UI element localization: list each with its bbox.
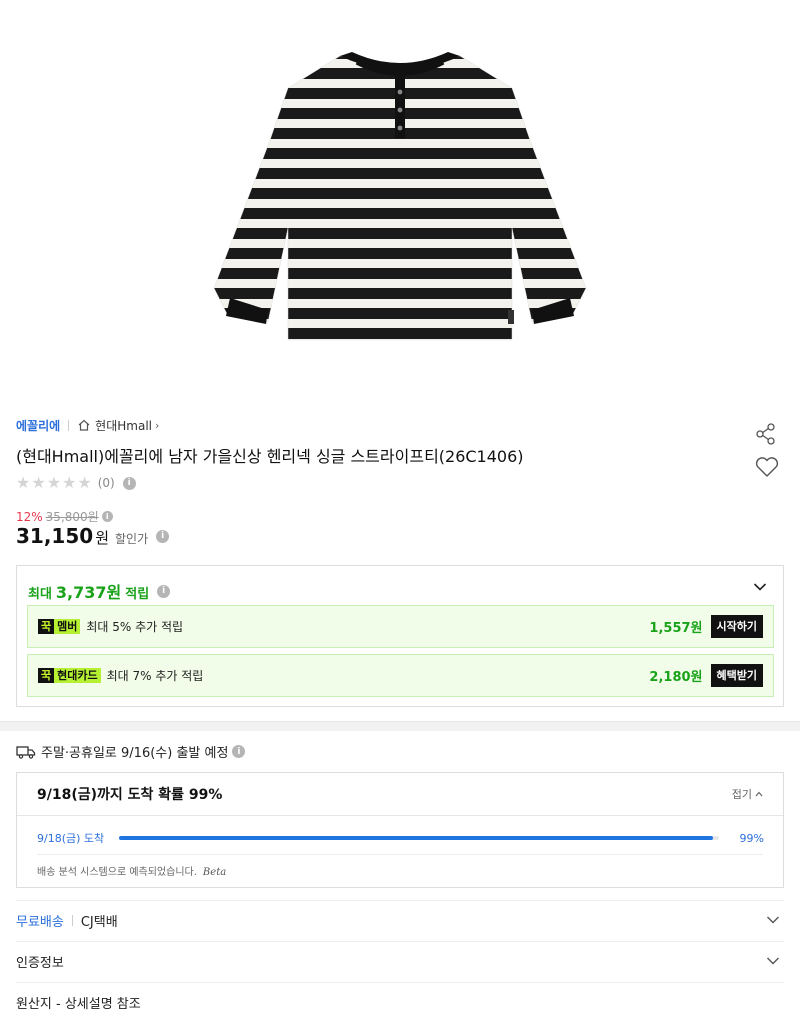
discount-rate: 12%	[16, 509, 43, 524]
sale-price: 31,150	[16, 524, 94, 548]
brand-breadcrumb: 에꼴리에 현대Hmall ›	[16, 416, 159, 434]
info-icon[interactable]: i	[232, 745, 246, 758]
heart-icon[interactable]	[754, 455, 780, 479]
carrier-label: CJ택배	[80, 915, 118, 930]
discount-row: 12% 35,800원 i	[16, 508, 113, 525]
benefit-amount: 2,180원	[649, 670, 703, 685]
review-count[interactable]: (0)	[98, 476, 115, 490]
original-price: 35,800원	[45, 510, 99, 524]
points-amount: 3,737원	[55, 583, 122, 602]
divider	[71, 915, 73, 926]
progress-track	[119, 836, 719, 840]
points-panel: 최대 3,737원 적립 i 꾹 멤버 최대 5% 추가 적립 1,557원 시작…	[16, 565, 784, 707]
home-icon	[77, 418, 91, 432]
star-icon: ★	[46, 473, 62, 492]
star-icon: ★	[31, 473, 46, 492]
card-badge: 꾹 현대카드	[38, 668, 101, 683]
divider	[68, 419, 70, 431]
arrival-title: 9/18(금)까지 도착 확률 99%	[37, 787, 223, 803]
benefit-text: 최대 5% 추가 적립	[86, 620, 184, 634]
free-delivery-label: 무료배송	[16, 915, 64, 930]
prediction-note: 배송 분석 시스템으로 예측되었습니다. Beta	[37, 863, 226, 878]
chevron-right-icon: ›	[155, 418, 160, 432]
star-icon: ★	[62, 473, 77, 492]
badge-mark: 꾹	[38, 668, 55, 683]
brand-link[interactable]: 에꼴리에	[16, 417, 60, 434]
benefit-amount: 1,557원	[649, 621, 703, 636]
product-title: (현대Hmall)에꼴리에 남자 가을신상 헨리넥 싱글 스트라이프티(26C1…	[16, 447, 524, 466]
shipping-notice: 주말·공휴일로 9/16(수) 출발 예정 i	[16, 742, 246, 761]
chevron-down-icon[interactable]	[766, 956, 780, 966]
certification-row[interactable]: 인증정보	[16, 941, 784, 981]
share-icon[interactable]	[754, 422, 778, 446]
progress-fill	[119, 836, 713, 840]
info-icon[interactable]: i	[156, 529, 170, 543]
star-icon: ★	[77, 473, 92, 492]
rating-row[interactable]: ★ ★ ★ ★ ★ (0) i	[16, 474, 136, 492]
chevron-down-icon[interactable]	[753, 582, 767, 592]
info-icon[interactable]: i	[122, 476, 136, 490]
points-summary[interactable]: 최대 3,737원 적립 i	[28, 579, 171, 603]
card-benefit-row: 꾹 현대카드 최대 7% 추가 적립 2,180원 혜택받기	[27, 654, 774, 697]
price-row: 31,150 원 할인가 i	[16, 524, 170, 548]
start-button[interactable]: 시작하기	[710, 615, 763, 638]
arrival-estimate-panel: 9/18(금)까지 도착 확률 99% 접기 9/18(금) 도착 99% 배송…	[16, 772, 784, 888]
star-icon: ★	[16, 473, 31, 492]
origin-row: 원산지 - 상세설명 참조	[16, 982, 784, 1022]
truck-icon	[16, 745, 36, 759]
price-unit: 원	[95, 529, 109, 547]
prediction-note-text: 배송 분석 시스템으로 예측되었습니다.	[37, 867, 197, 878]
fold-toggle[interactable]: 접기	[732, 786, 763, 802]
member-badge: 꾹 멤버	[38, 619, 81, 634]
store-link[interactable]: 현대Hmall ›	[77, 417, 159, 434]
origin-label: 원산지 - 상세설명 참조	[16, 997, 141, 1012]
arrival-header: 9/18(금)까지 도착 확률 99% 접기	[17, 773, 783, 816]
chevron-up-icon	[755, 791, 763, 797]
shipping-notice-text: 주말·공휴일로 9/16(수) 출발 예정	[41, 746, 229, 761]
store-name: 현대Hmall	[95, 418, 152, 433]
section-divider	[0, 721, 800, 731]
striped-shirt-image	[213, 52, 587, 341]
info-icon[interactable]: i	[101, 511, 113, 522]
divider	[37, 854, 763, 855]
arrival-progress: 9/18(금) 도착 99%	[37, 830, 764, 846]
rating-stars: ★ ★ ★ ★ ★	[16, 475, 92, 491]
benefit-text: 최대 7% 추가 적립	[106, 669, 204, 683]
delivery-info-row[interactable]: 무료배송 CJ택배	[16, 900, 784, 940]
points-prefix: 최대	[28, 587, 52, 602]
progress-label: 9/18(금) 도착	[37, 832, 105, 845]
fold-label: 접기	[731, 788, 752, 801]
badge-label: 멤버	[54, 619, 81, 634]
progress-percent: 99%	[739, 831, 764, 845]
info-icon[interactable]: i	[157, 584, 171, 598]
badge-mark: 꾹	[38, 619, 55, 634]
beta-label: Beta	[202, 867, 227, 878]
member-benefit-row: 꾹 멤버 최대 5% 추가 적립 1,557원 시작하기	[27, 605, 774, 648]
price-label: 할인가	[115, 532, 149, 546]
product-image[interactable]	[0, 0, 800, 400]
badge-label: 현대카드	[54, 668, 101, 683]
chevron-down-icon[interactable]	[766, 915, 780, 925]
points-suffix: 적립	[125, 587, 150, 602]
get-benefit-button[interactable]: 혜택받기	[710, 664, 763, 687]
certification-label: 인증정보	[16, 956, 64, 971]
